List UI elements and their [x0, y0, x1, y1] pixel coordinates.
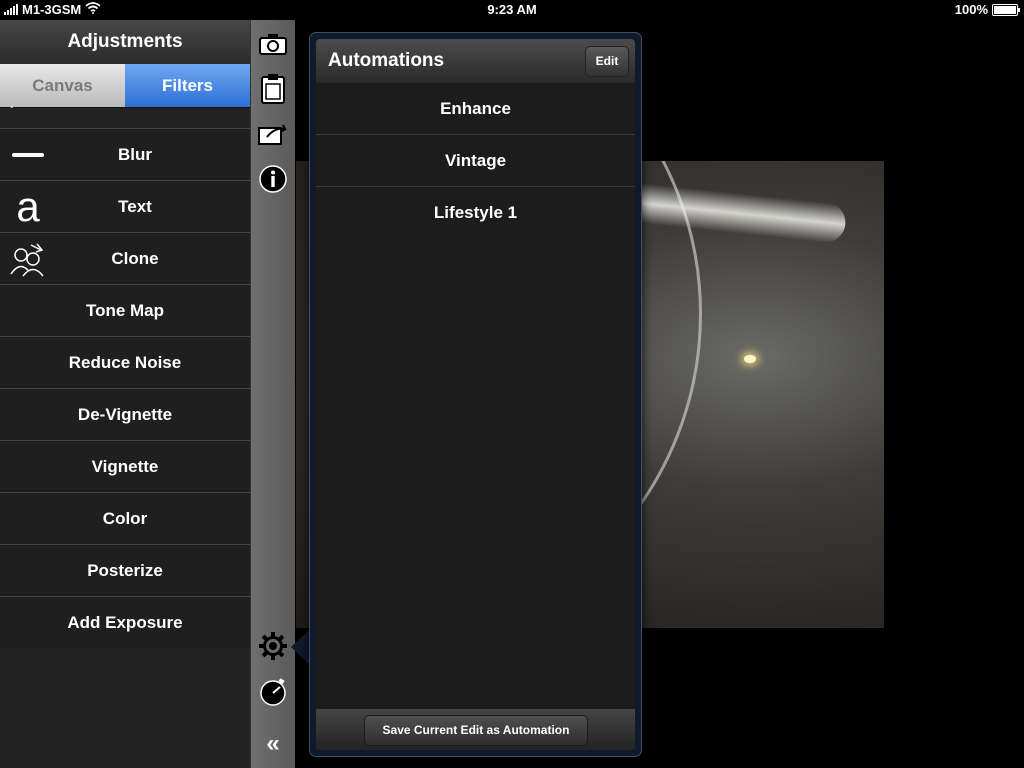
filter-label: Blur	[118, 144, 152, 164]
tab-filters[interactable]: Filters	[125, 64, 250, 107]
camera-icon[interactable]	[257, 28, 289, 60]
filter-label: Text	[118, 196, 152, 216]
filter-label: Add Exposure	[67, 612, 183, 632]
battery-icon	[992, 3, 1020, 16]
tool-strip: «	[250, 20, 295, 768]
info-icon[interactable]	[257, 163, 289, 195]
segmented-control: Canvas Filters	[0, 64, 250, 108]
status-right: 100%	[954, 2, 1020, 17]
save-automation-button[interactable]: Save Current Edit as Automation	[364, 715, 588, 746]
filter-de-vignette[interactable]: De-Vignette	[0, 389, 250, 441]
list-scroll-stub	[0, 102, 250, 129]
automation-item-lifestyle-1[interactable]: Lifestyle 1	[316, 187, 635, 238]
clone-icon	[8, 233, 48, 284]
filter-label: Clone	[111, 248, 159, 268]
stopwatch-icon[interactable]	[257, 676, 289, 708]
adjustments-panel: Adjustments Canvas Filters Blur a Text C…	[0, 20, 250, 768]
filter-blur[interactable]: Blur	[0, 129, 250, 181]
filter-label: Tone Map	[85, 300, 165, 320]
filter-label: Reduce Noise	[68, 352, 182, 372]
filter-label: Posterize	[87, 560, 163, 580]
collapse-icon[interactable]: «	[257, 728, 289, 760]
filter-label: Color	[102, 508, 148, 528]
filter-add-exposure[interactable]: Add Exposure	[0, 597, 250, 648]
filter-tone-map[interactable]: Tone Map	[0, 285, 250, 337]
battery-label: 100%	[954, 2, 988, 17]
automations-popover: Automations Edit Enhance Vintage Lifesty…	[309, 32, 642, 757]
filter-label: Vignette	[91, 456, 159, 476]
clipboard-icon[interactable]	[257, 70, 289, 106]
filter-clone[interactable]: Clone	[0, 233, 250, 285]
automations-list: Enhance Vintage Lifestyle 1	[316, 83, 635, 709]
filter-label: De-Vignette	[77, 404, 173, 424]
automation-item-vintage[interactable]: Vintage	[316, 135, 635, 187]
popover-header: Automations Edit	[316, 39, 635, 83]
edit-button[interactable]: Edit	[585, 46, 629, 77]
battery-fill	[994, 5, 1016, 14]
tab-canvas[interactable]: Canvas	[0, 64, 125, 107]
text-icon: a	[16, 182, 40, 230]
status-bar: M1-3GSM 9:23 AM 100%	[0, 0, 1024, 20]
photo-light-spot	[744, 355, 756, 363]
share-icon[interactable]	[257, 119, 289, 151]
filter-posterize[interactable]: Posterize	[0, 545, 250, 597]
popover-title: Automations	[328, 50, 445, 71]
filter-color[interactable]: Color	[0, 493, 250, 545]
popover-footer: Save Current Edit as Automation	[316, 709, 635, 750]
gear-icon[interactable]	[257, 630, 289, 662]
panel-title: Adjustments	[0, 20, 250, 64]
filter-reduce-noise[interactable]: Reduce Noise	[0, 337, 250, 389]
blur-icon	[8, 129, 48, 180]
status-time: 9:23 AM	[487, 2, 537, 17]
automation-item-enhance[interactable]: Enhance	[316, 83, 635, 135]
filter-vignette[interactable]: Vignette	[0, 441, 250, 493]
popover-arrow	[291, 630, 309, 664]
filter-text[interactable]: a Text	[0, 181, 250, 233]
